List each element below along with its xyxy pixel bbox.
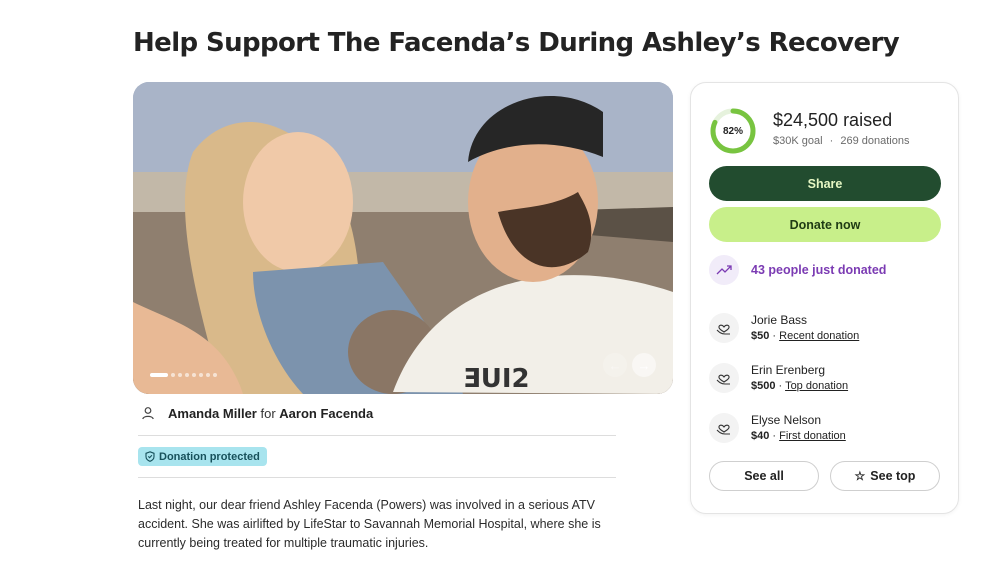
- story-text: Last night, our dear friend Ashley Facen…: [138, 498, 601, 550]
- carousel-dots: [150, 373, 217, 377]
- donor-separator: ·: [769, 330, 780, 342]
- donor-name: Jorie Bass: [751, 313, 808, 327]
- page-title: Help Support The Facenda’s During Ashley…: [133, 28, 900, 58]
- svg-text:ƎᑌI2: ƎᑌI2: [463, 364, 530, 394]
- shield-icon: [145, 451, 155, 462]
- donor-amount: $500: [751, 380, 776, 392]
- amount-raised: $24,500 raised: [773, 110, 893, 130]
- trending-up-icon: [709, 255, 739, 285]
- see-all-label: See all: [744, 469, 784, 483]
- donation-count: 269 donations: [840, 135, 910, 147]
- divider: [138, 435, 616, 436]
- donor-amount: $50: [751, 330, 770, 342]
- donor-tag[interactable]: First donation: [779, 430, 846, 442]
- donation-panel: 82% $24,500 raised $30K goal · 269 donat…: [690, 82, 959, 514]
- carousel-dot[interactable]: [185, 373, 189, 377]
- carousel-dot[interactable]: [199, 373, 203, 377]
- donor-tag[interactable]: Top donation: [785, 380, 848, 392]
- carousel-dot[interactable]: [171, 373, 175, 377]
- organizer-connector: for: [260, 405, 276, 421]
- recent-activity: 43 people just donated: [709, 255, 886, 285]
- carousel-dot[interactable]: [206, 373, 210, 377]
- donor-name: Erin Erenberg: [751, 363, 826, 377]
- donation-protected-badge[interactable]: Donation protected: [138, 447, 267, 466]
- share-button[interactable]: Share: [709, 166, 941, 201]
- heart-hand-icon: [709, 363, 739, 393]
- heart-hand-icon: [709, 313, 739, 343]
- donate-button[interactable]: Donate now: [709, 207, 941, 242]
- carousel-dot[interactable]: [178, 373, 182, 377]
- person-icon: [142, 407, 154, 420]
- donor-item: Jorie Bass $50 · Recent donation: [709, 312, 859, 344]
- donor-name: Elyse Nelson: [751, 413, 822, 427]
- carousel-dot-active[interactable]: [150, 373, 168, 377]
- divider: [138, 477, 616, 478]
- heart-hand-icon: [709, 413, 739, 443]
- beneficiary-name[interactable]: Aaron Facenda: [279, 406, 373, 421]
- badge-label: Donation protected: [159, 450, 260, 463]
- donor-item: Elyse Nelson $40 · First donation: [709, 412, 846, 444]
- donor-amount: $40: [751, 430, 770, 442]
- see-all-button[interactable]: See all: [709, 461, 819, 491]
- progress-percent: 82%: [722, 125, 743, 137]
- goal-amount: $30K goal: [773, 135, 823, 147]
- carousel-dot[interactable]: [192, 373, 196, 377]
- donor-separator: ·: [769, 430, 780, 442]
- recent-donations-text[interactable]: 43 people just donated: [751, 263, 886, 277]
- organizer-name[interactable]: Amanda Miller: [168, 406, 257, 421]
- organizer-line: Amanda Miller for Aaron Facenda: [140, 405, 373, 421]
- carousel-dot[interactable]: [213, 373, 217, 377]
- donor-item: Erin Erenberg $500 · Top donation: [709, 362, 848, 394]
- see-top-label: See top: [870, 469, 916, 483]
- star-icon: ☆: [854, 469, 866, 483]
- donor-separator: ·: [775, 380, 786, 392]
- see-top-button[interactable]: ☆ See top: [830, 461, 940, 491]
- donor-tag[interactable]: Recent donation: [779, 330, 859, 342]
- campaign-photo: ƎᑌI2: [133, 82, 673, 394]
- arrow-right-icon[interactable]: →: [632, 353, 656, 377]
- goal-separator: ·: [829, 135, 834, 147]
- goal-summary: $30K goal · 269 donations: [773, 135, 909, 147]
- arrow-left-icon[interactable]: ←: [603, 353, 627, 377]
- campaign-photo-carousel[interactable]: ƎᑌI2 ← →: [133, 82, 673, 394]
